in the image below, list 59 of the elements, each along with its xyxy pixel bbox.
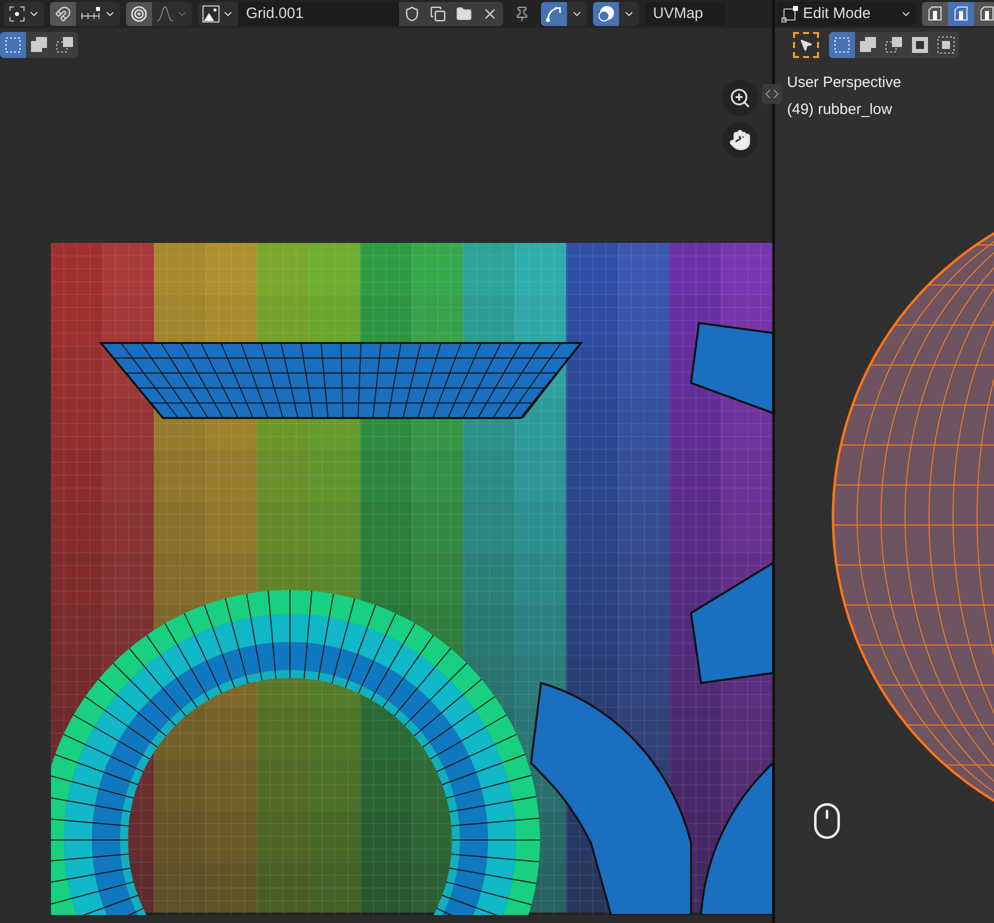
expand-arrows-icon: [765, 89, 779, 99]
viewport-info-text: (49) rubber_low: [787, 100, 894, 120]
image-icon: [202, 5, 220, 23]
view-toggle[interactable]: [922, 2, 948, 26]
zoom-button[interactable]: [722, 80, 758, 116]
select-mode-icon: [55, 35, 75, 55]
view-icon: [927, 6, 943, 22]
select-mode-button[interactable]: [855, 32, 881, 58]
toggle-button[interactable]: [541, 2, 567, 26]
target-icon: [130, 5, 148, 23]
zoom-icon: [729, 87, 751, 109]
viewport-info-text: User Perspective: [787, 73, 902, 93]
snap-increment-icon: [80, 7, 102, 21]
pivot-icon: [8, 5, 26, 23]
toggle-button[interactable]: [593, 2, 619, 26]
select-mode-button[interactable]: [829, 32, 855, 58]
view-icon: [979, 6, 994, 22]
mode-dropdown[interactable]: Edit Mode: [777, 2, 916, 26]
vertex-square-icon: [781, 5, 799, 23]
select-mode-icon: [936, 35, 956, 55]
fake-user-button[interactable]: [399, 2, 425, 26]
uv-map-field[interactable]: UVMap: [645, 2, 725, 26]
magnet-icon: [55, 6, 71, 22]
select-mode-button[interactable]: [52, 32, 78, 58]
falloff-curve-icon: [156, 6, 174, 22]
select-mode-button[interactable]: [26, 32, 52, 58]
pin-icon: [514, 6, 530, 22]
overlay-circles-icon: [597, 5, 615, 23]
mode-label: Edit Mode: [803, 4, 872, 24]
select-mode-icon: [858, 35, 878, 55]
cursor-icon: [799, 38, 813, 52]
select-mode-icon: [910, 35, 930, 55]
view-icon: [953, 6, 969, 22]
sidebar-toggle[interactable]: [762, 84, 782, 104]
shield-icon: [404, 6, 420, 22]
folder-icon: [456, 6, 472, 22]
select-mode-icon: [884, 35, 904, 55]
copy-icon: [430, 6, 446, 22]
select-mode-button[interactable]: [0, 32, 26, 58]
pivot-dropdown[interactable]: [4, 2, 44, 26]
select-mode-icon: [29, 35, 49, 55]
view-toggle[interactable]: [948, 2, 974, 26]
curve-arrow-icon: [545, 5, 563, 23]
dropdown-button[interactable]: [567, 2, 587, 26]
close-button[interactable]: [477, 2, 503, 26]
hand-icon: [729, 129, 751, 151]
view-toggle[interactable]: [974, 2, 994, 26]
select-mode-icon: [3, 35, 23, 55]
image-name-field[interactable]: Grid.001: [238, 2, 399, 26]
dropdown-button[interactable]: [619, 2, 639, 26]
falloff-dropdown[interactable]: [152, 2, 192, 26]
select-mode-button[interactable]: [933, 32, 959, 58]
select-mode-icon: [832, 35, 852, 55]
pan-button[interactable]: [722, 122, 758, 158]
select-tool-button[interactable]: [793, 32, 819, 58]
proportional-toggle[interactable]: [126, 2, 152, 26]
snap-dropdown[interactable]: [76, 2, 120, 26]
image-browse-dropdown[interactable]: [198, 2, 238, 26]
snap-toggle[interactable]: [50, 2, 76, 26]
